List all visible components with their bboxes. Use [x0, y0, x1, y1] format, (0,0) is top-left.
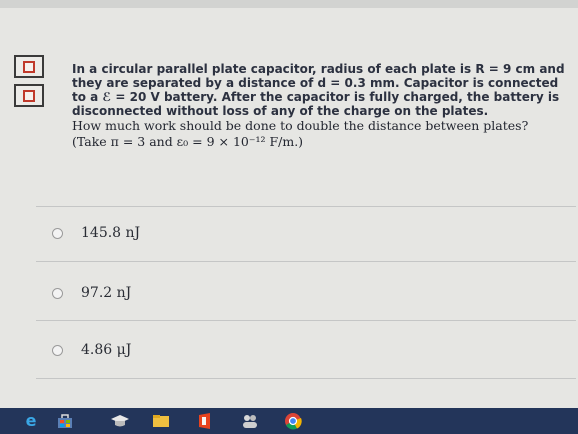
option-divider [36, 320, 576, 321]
option-divider [36, 206, 576, 207]
option-b[interactable]: 97.2 nJ [40, 273, 560, 313]
question-line: disconnected without loss of any of the … [72, 104, 489, 118]
option-label: 4.86 μJ [81, 342, 132, 358]
question-line: (Take π = 3 and ε₀ = 9 × 10⁻¹² F/m.) [72, 134, 304, 149]
option-divider [36, 378, 576, 379]
radio-button[interactable] [52, 287, 63, 299]
option-divider [36, 261, 576, 262]
option-a[interactable]: 145.8 nJ [40, 213, 560, 253]
question-line: they are separated by a distance of d = … [72, 76, 559, 90]
option-label: 145.8 nJ [81, 225, 141, 241]
chrome-icon[interactable] [284, 412, 302, 430]
store-icon[interactable] [56, 412, 74, 430]
question-line: to a ℰ = 20 V battery. After the capacit… [72, 90, 560, 104]
question-line: In a circular parallel plate capacitor, … [72, 62, 565, 76]
people-icon[interactable] [240, 412, 258, 430]
question-nav-marker-2-inner [23, 89, 35, 102]
graduation-cap-icon[interactable] [110, 412, 129, 430]
option-label: 97.2 nJ [81, 285, 132, 301]
question-nav-marker-2[interactable] [14, 84, 44, 107]
radio-button[interactable] [52, 227, 63, 239]
taskbar: e [0, 408, 578, 434]
file-explorer-icon[interactable] [152, 412, 170, 430]
question-line: How much work should be done to double t… [72, 118, 529, 133]
office-icon[interactable] [196, 412, 214, 430]
top-strip [0, 0, 578, 8]
radio-button[interactable] [52, 344, 63, 356]
question-nav-marker-1[interactable] [14, 55, 44, 78]
edge-icon[interactable]: e [22, 412, 40, 430]
question-nav-marker-1-inner [23, 60, 35, 73]
question-text: In a circular parallel plate capacitor, … [72, 62, 565, 150]
option-c[interactable]: 4.86 μJ [40, 330, 560, 370]
